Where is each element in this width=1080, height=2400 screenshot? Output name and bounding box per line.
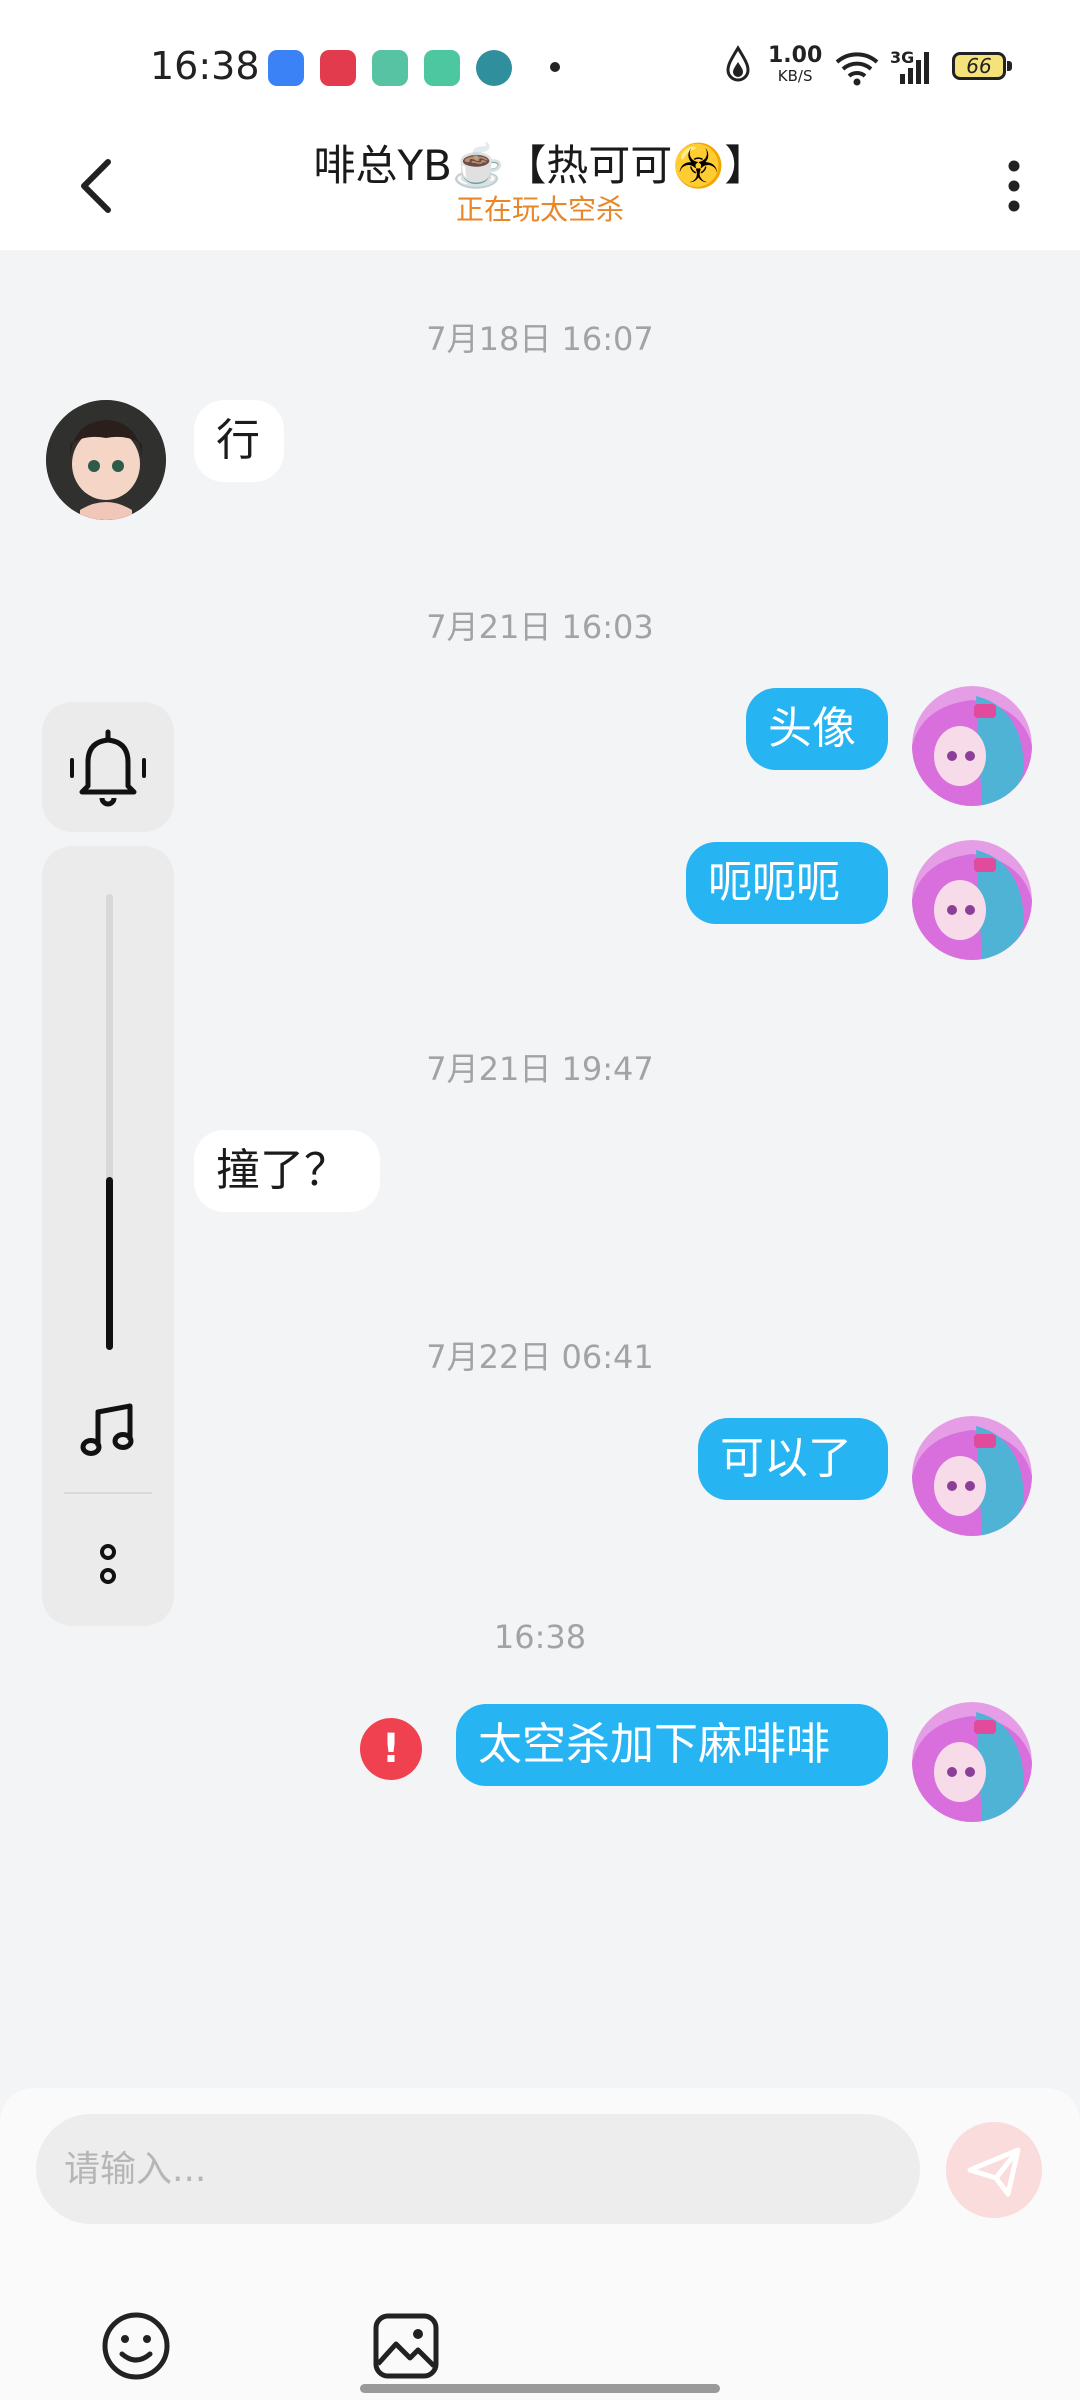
signal-icon [900,52,929,84]
message-input[interactable] [36,2114,920,2224]
wifi-icon [835,52,879,86]
my-avatar-image [912,1416,1032,1536]
chat-title: 啡总YB☕️【热可可☣️】 [313,141,767,190]
my-avatar-image [912,1702,1032,1822]
send-button[interactable] [946,2122,1042,2218]
outgoing-message[interactable]: 头像 [746,688,888,770]
outgoing-message[interactable]: 太空杀加下麻啡啡 [456,1704,888,1786]
contact-avatar[interactable] [46,400,166,520]
incoming-message[interactable]: 撞了？ [194,1130,380,1212]
bell-icon [70,729,146,807]
message-timestamp: 7月18日 16:07 [426,320,654,358]
my-avatar[interactable] [912,686,1032,806]
panel-divider [64,1492,152,1494]
send-failed-icon[interactable]: ! [360,1718,422,1780]
drop-icon [726,45,750,82]
app-blue-icon [268,50,304,86]
outgoing-message[interactable]: 可以了 [698,1418,888,1500]
user-status: 正在玩太空杀 [455,193,624,226]
phone-icon [424,50,460,86]
incoming-message[interactable]: 行 [194,400,284,482]
my-avatar-image [912,686,1032,806]
volume-panel [42,846,174,1626]
status-bar: 16:38 1.00 KB/S 3G 66 [0,0,1080,130]
ringer-mode-button[interactable] [42,702,174,832]
battery-icon: 66 [952,52,1012,80]
home-indicator[interactable] [360,2384,720,2393]
music-note-icon[interactable] [72,1394,144,1466]
send-icon [967,2147,1021,2197]
status-time: 16:38 [150,44,260,88]
notification-dot [550,62,560,72]
message-timestamp: 7月21日 16:03 [426,608,654,646]
my-avatar-image [912,840,1032,960]
net-speed: 1.00 KB/S [768,43,823,86]
input-area [0,2088,1080,2400]
my-avatar[interactable] [912,1702,1032,1822]
volume-slider-fill [106,1176,113,1350]
app-green-icon [372,50,408,86]
chat-header: 啡总YB☕️【热可可☣️】 正在玩太空杀 [0,130,1080,250]
image-picker-icon[interactable] [366,2306,446,2386]
more-dots-icon[interactable] [88,1536,128,1596]
volume-slider[interactable] [106,894,113,1350]
my-avatar[interactable] [912,1416,1032,1536]
emoji-icon[interactable] [96,2306,176,2386]
contact-avatar-image [46,400,166,520]
video-icon [320,50,356,86]
my-avatar[interactable] [912,840,1032,960]
globe-icon [476,50,512,86]
outgoing-message[interactable]: 呃呃呃 [686,842,888,924]
message-timestamp: 16:38 [493,1618,587,1656]
more-options-icon[interactable] [990,150,1030,220]
